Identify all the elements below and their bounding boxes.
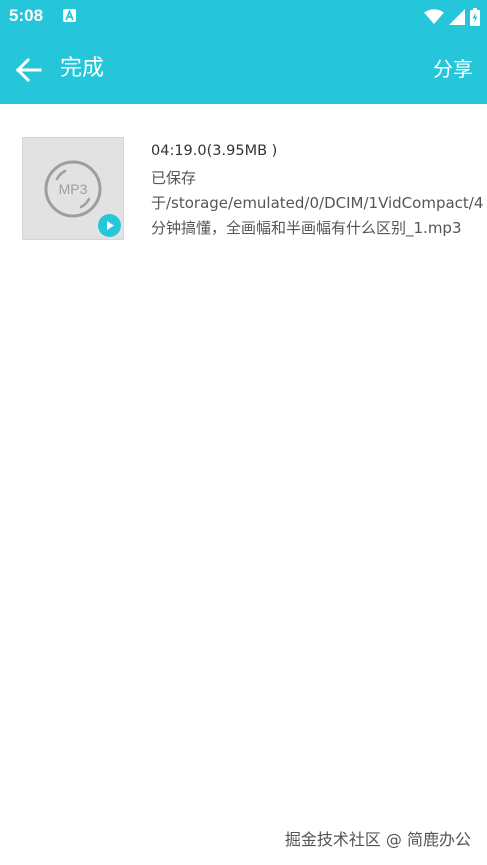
- status-icons: [424, 7, 480, 27]
- wifi-icon: [424, 9, 444, 24]
- arrow-back-icon: [15, 57, 42, 83]
- share-button[interactable]: 分享: [433, 54, 473, 84]
- file-thumbnail[interactable]: MP3: [22, 137, 124, 240]
- play-icon[interactable]: [98, 214, 121, 237]
- notification-a-icon: [63, 9, 76, 22]
- mp3-label: MP3: [59, 181, 88, 197]
- saved-path: 已保存于/storage/emulated/0/DCIM/1VidCompact…: [151, 169, 484, 237]
- watermark: 掘金技术社区 @ 简鹿办公: [284, 830, 471, 849]
- mp3-file-icon: MP3: [44, 160, 102, 218]
- back-button[interactable]: [14, 55, 44, 85]
- file-list-item[interactable]: MP3 04:19.0(3.95MB ) 已保存于/storage/emulat…: [0, 137, 487, 247]
- page-title: 完成: [60, 56, 105, 81]
- duration-size: 04:19.0(3.95MB ): [151, 143, 278, 159]
- battery-charging-icon: [470, 8, 480, 26]
- file-info: 04:19.0(3.95MB ) 已保存于/storage/emulated/0…: [151, 141, 484, 241]
- status-bar: 5:08: [0, 0, 487, 34]
- status-time: 5:08: [9, 6, 44, 25]
- app-bar: 完成 分享: [0, 34, 487, 104]
- signal-icon: [449, 9, 465, 25]
